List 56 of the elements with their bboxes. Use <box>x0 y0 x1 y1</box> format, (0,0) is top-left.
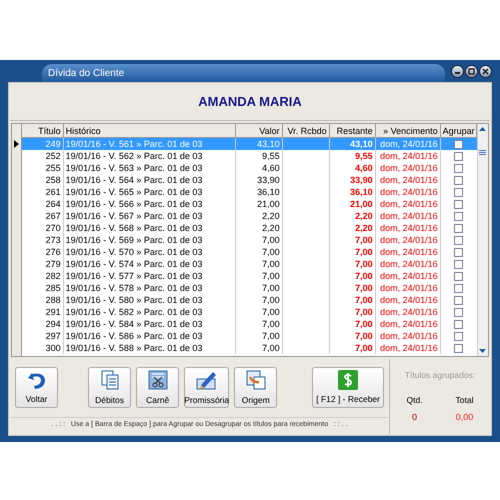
total-label: Total <box>456 394 474 406</box>
total-value: 0,00 <box>456 410 474 424</box>
maximize-button[interactable] <box>465 64 478 78</box>
checkbox[interactable] <box>454 224 464 232</box>
quantity-value: 0 <box>412 410 418 424</box>
checkbox[interactable] <box>454 200 464 208</box>
checkbox[interactable] <box>454 248 464 256</box>
close-button[interactable] <box>479 64 492 78</box>
documents-icon <box>98 368 121 391</box>
maximize-icon <box>468 68 475 74</box>
scroll-thumb-icon <box>479 150 486 155</box>
checkbox[interactable] <box>454 272 464 280</box>
toolbar-button[interactable]: Voltar <box>15 367 58 408</box>
table-cell: 19/01/16 - V. 588 » Parc. 01 de 03 <box>64 342 236 354</box>
checkbox[interactable] <box>454 296 464 304</box>
table-cell: 300 <box>22 342 64 354</box>
checkbox[interactable] <box>454 164 464 172</box>
column-header[interactable]: Histórico <box>64 124 236 137</box>
checkbox[interactable] <box>454 308 464 316</box>
scissors-card-icon <box>146 368 169 391</box>
toolbar-button[interactable]: Origem <box>234 367 278 408</box>
column-header[interactable]: » Vencimento <box>376 124 441 137</box>
checkbox[interactable] <box>454 152 464 160</box>
checkbox[interactable] <box>454 332 464 340</box>
quantity-label: Qtd. <box>406 394 423 406</box>
minimize-button[interactable] <box>451 64 464 78</box>
toolbar-button[interactable]: Promissória <box>184 367 230 408</box>
column-header[interactable]: Título <box>22 124 64 137</box>
checkbox[interactable] <box>454 188 464 196</box>
table-cell: 7,00 <box>330 342 376 354</box>
column-header[interactable]: Vr. Rcbdo <box>282 124 330 137</box>
checkbox[interactable] <box>454 140 464 148</box>
scroll-up-icon <box>478 125 488 134</box>
window-title: Dívida do Cliente <box>48 66 124 80</box>
table-cell: dom, 24/01/16 <box>376 342 441 354</box>
checkbox[interactable] <box>454 284 464 292</box>
dollar-icon <box>338 370 358 390</box>
row-pointer-icon <box>14 140 19 148</box>
scrollbar[interactable] <box>476 124 488 356</box>
checkbox[interactable] <box>454 212 464 220</box>
toolbar-button[interactable]: Carnê <box>136 367 180 408</box>
close-icon <box>482 68 489 74</box>
toolbar-button[interactable]: [ F12 ] - Receber <box>312 367 384 408</box>
column-header[interactable]: Valor <box>236 124 283 137</box>
checkbox[interactable] <box>454 320 464 328</box>
checkbox[interactable] <box>454 344 464 352</box>
summary-title: Títulos agrupados: <box>404 369 476 382</box>
checkbox[interactable] <box>454 236 464 244</box>
documents-icon <box>244 368 267 391</box>
toolbar-button[interactable]: Débitos <box>88 367 132 408</box>
checkbox[interactable] <box>454 260 464 268</box>
checkbox[interactable] <box>454 176 464 184</box>
column-header[interactable]: Restante <box>330 124 376 137</box>
customer-name: AMANDA MARIA <box>198 93 302 112</box>
scroll-down-icon <box>478 346 488 355</box>
table-cell: 7,00 <box>236 342 283 354</box>
